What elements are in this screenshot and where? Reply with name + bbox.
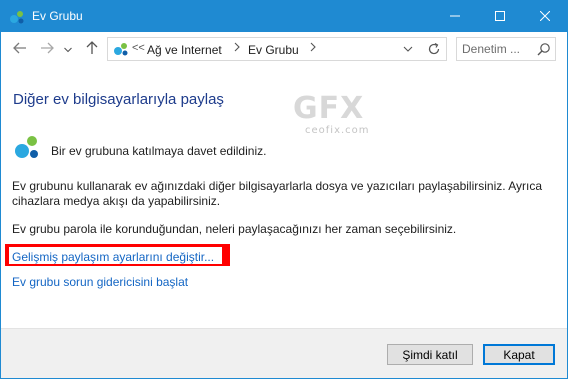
close-button[interactable]: Kapat [483, 344, 555, 365]
chevron-down-icon [403, 45, 413, 59]
page-title: Diğer ev bilgisayarlarıyla paylaş [13, 91, 224, 108]
search-icon[interactable] [537, 42, 551, 56]
refresh-icon [426, 42, 442, 60]
troubleshooter-link[interactable]: Ev grubu sorun gidericisini başlat [12, 275, 188, 289]
close-window-button[interactable] [522, 1, 567, 32]
breadcrumb-homegroup[interactable]: Ev Grubu [248, 43, 299, 57]
close-icon [539, 10, 550, 24]
main-content: Diğer ev bilgisayarlarıyla paylaş GFX ce… [1, 67, 567, 328]
dialog-footer: Şimdi katıl Kapat [1, 328, 567, 378]
watermark-logo: GFX ceofix.com [293, 91, 373, 153]
maximize-icon [494, 10, 505, 24]
description-paragraph: Ev grubunu kullanarak ev ağınızdaki diğe… [12, 179, 543, 208]
search-box[interactable] [456, 37, 556, 61]
invite-message: Bir ev grubuna katılmaya davet edildiniz… [51, 144, 267, 158]
breadcrumb-separator-icon[interactable] [234, 42, 240, 55]
address-history-button[interactable] [403, 42, 417, 56]
homegroup-invite-icon [13, 133, 41, 161]
minimize-button[interactable] [432, 1, 477, 32]
join-now-button[interactable]: Şimdi katıl [387, 344, 473, 365]
up-button[interactable] [81, 38, 103, 60]
breadcrumb-network[interactable]: Ağ ve Internet [147, 43, 222, 57]
homegroup-icon [9, 9, 25, 25]
breadcrumb-separator-icon[interactable] [310, 42, 316, 55]
minimize-icon [449, 10, 460, 24]
recent-locations-button[interactable] [61, 38, 75, 60]
window-title: Ev Grubu [32, 9, 83, 23]
arrow-up-icon [86, 40, 98, 58]
search-input[interactable] [462, 41, 532, 57]
address-overflow[interactable]: << [132, 42, 145, 54]
watermark-logo-text: GFX [293, 91, 365, 126]
address-bar[interactable]: << Ağ ve Internet Ev Grubu [107, 37, 447, 61]
navigation-bar: << Ağ ve Internet Ev Grubu [1, 32, 567, 67]
password-info-paragraph: Ev grubu parola ile korunduğundan, neler… [12, 222, 457, 236]
arrow-right-icon [40, 42, 54, 57]
chevron-down-icon [64, 42, 72, 56]
maximize-button[interactable] [477, 1, 522, 32]
title-bar[interactable]: Ev Grubu [1, 1, 567, 32]
advanced-sharing-settings-link[interactable]: Gelişmiş paylaşım ayarlarını değiştir... [12, 250, 214, 264]
homegroup-window: Ev Grubu << Ağ ve Internet Ev Grubu Dene… [0, 0, 568, 379]
back-button[interactable] [9, 38, 31, 60]
watermark-site: ceofix.com [305, 125, 370, 136]
arrow-left-icon [13, 42, 27, 57]
refresh-button[interactable] [426, 41, 442, 57]
forward-button[interactable] [36, 38, 58, 60]
homegroup-icon [113, 41, 129, 57]
